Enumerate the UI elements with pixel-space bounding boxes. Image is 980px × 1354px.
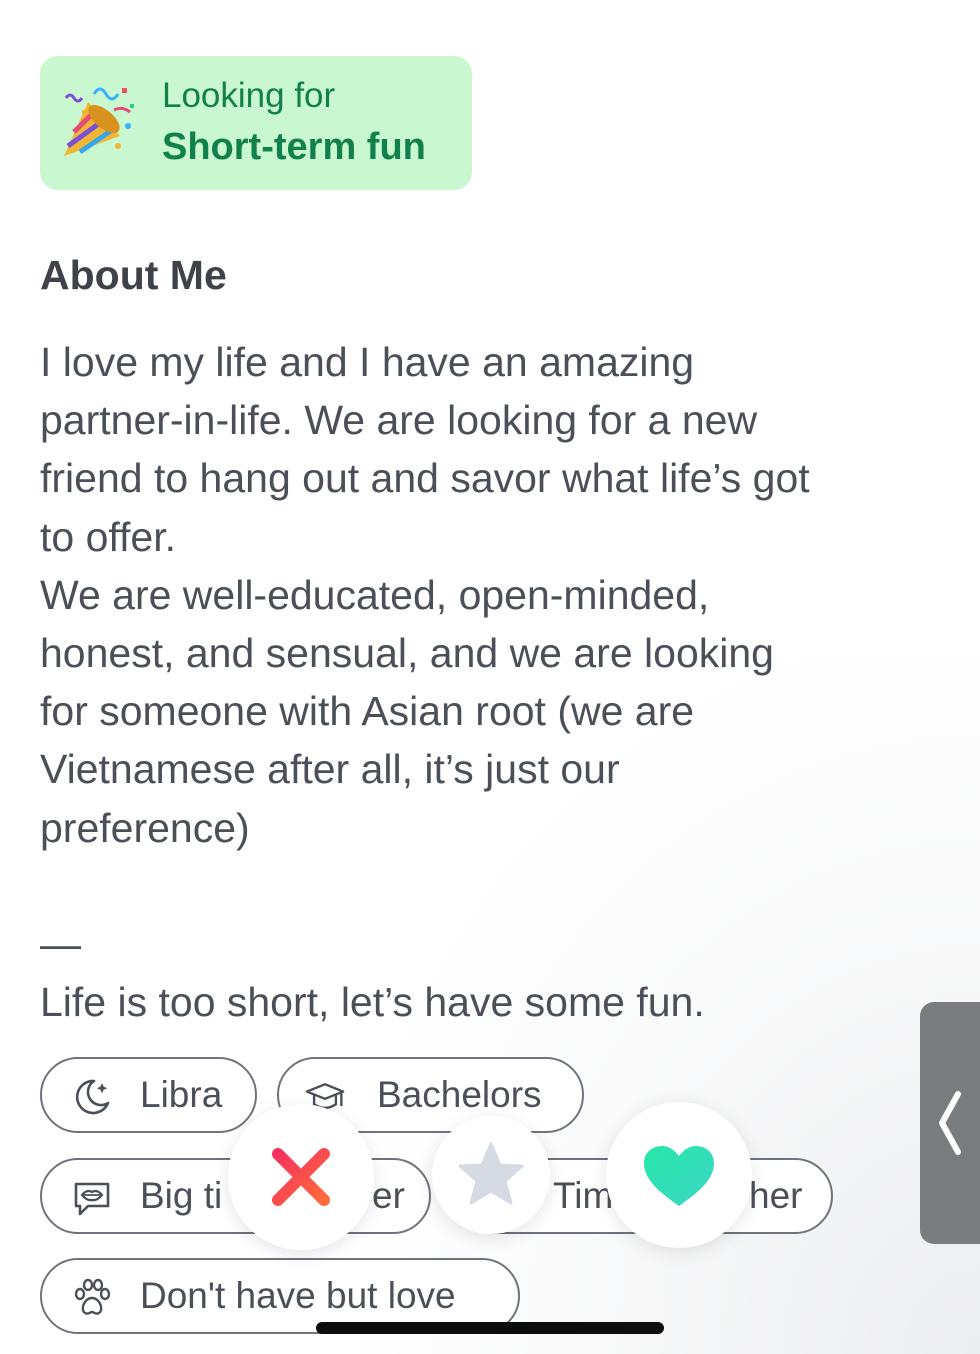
tag-communication-label-end: er <box>372 1175 405 1216</box>
relationship-goal-value: Short-term fun <box>162 126 426 168</box>
about-me-text: I love my life and I have an amazing par… <box>40 339 810 1026</box>
tag-zodiac-label: Libra <box>140 1074 223 1115</box>
tag-communication-label: Big ti <box>140 1175 223 1216</box>
party-popper-icon <box>64 87 134 156</box>
close-x-icon <box>272 1148 330 1206</box>
tag-zodiac: Libra <box>40 1057 257 1133</box>
tag-love-language-label: Tim <box>553 1175 614 1216</box>
chevron-left-icon <box>939 1091 961 1155</box>
home-indicator[interactable] <box>316 1322 664 1334</box>
tag-education-label: Bachelors <box>377 1074 542 1115</box>
like-button[interactable] <box>606 1102 752 1248</box>
tag-love-language-label-end: her <box>749 1175 803 1216</box>
nope-button[interactable] <box>228 1104 374 1250</box>
tag-pets-label: Don't have but love <box>140 1275 456 1316</box>
relationship-goal-card: Looking for Short-term fun <box>40 56 472 190</box>
about-me-title: About Me <box>40 252 227 298</box>
moon-stars-icon <box>75 1079 110 1115</box>
paw-icon <box>74 1278 111 1315</box>
heart-icon <box>644 1146 714 1206</box>
star-icon <box>458 1142 524 1205</box>
super-like-button[interactable] <box>432 1116 550 1234</box>
relationship-goal-caption: Looking for <box>162 76 336 115</box>
lips-speech-icon <box>74 1182 110 1216</box>
side-panel-tab[interactable] <box>920 1002 980 1244</box>
